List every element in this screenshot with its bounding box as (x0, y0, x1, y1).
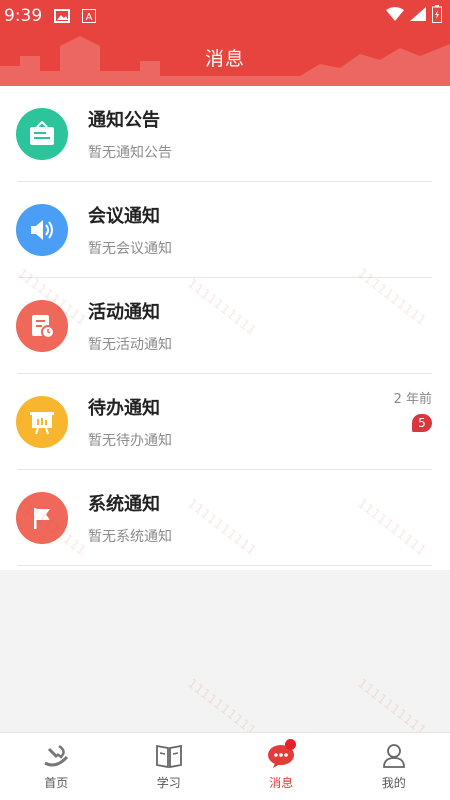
tab-label: 我的 (381, 776, 406, 790)
page-title: 消息 (204, 48, 245, 70)
message-time: 2 年前 (393, 392, 432, 407)
message-subtitle: 暂无通知公告 (88, 145, 172, 161)
message-title: 待办通知 (88, 398, 160, 419)
message-title: 通知公告 (88, 110, 160, 131)
signal-icon (410, 6, 426, 26)
tab-label: 消息 (269, 776, 294, 790)
tab-label: 学习 (156, 776, 181, 790)
message-subtitle: 暂无会议通知 (88, 241, 172, 257)
image-icon (54, 9, 71, 23)
status-bar: 9:39 A (0, 0, 450, 32)
message-item-todo[interactable]: 待办通知 暂无待办通知 2 年前 5 (0, 374, 450, 470)
message-item-meeting[interactable]: 会议通知 暂无会议通知 (0, 182, 450, 278)
message-title: 系统通知 (88, 494, 160, 515)
svg-text:A: A (86, 12, 93, 23)
unread-badge: 5 (412, 414, 432, 432)
message-subtitle: 暂无活动通知 (88, 337, 172, 353)
message-list: 通知公告 暂无通知公告 会议通知 暂无会议通知 活动通知 暂无活动通知 待办通知 (0, 86, 450, 570)
speaker-icon (16, 204, 68, 256)
tab-profile[interactable]: 我的 (338, 733, 450, 800)
watermark: 1111111111 (354, 676, 429, 739)
flag-icon (16, 492, 68, 544)
notice-board-icon (16, 108, 68, 160)
book-icon (155, 742, 183, 770)
person-icon (381, 742, 407, 770)
tab-messages[interactable]: 消息 (225, 733, 338, 800)
message-item-system[interactable]: 系统通知 暂无系统通知 (0, 470, 450, 566)
header: 9:39 A 消息 (0, 0, 450, 86)
message-item-notice[interactable]: 通知公告 暂无通知公告 (0, 86, 450, 182)
watermark: 1111111111 (184, 676, 259, 739)
status-time: 9:39 (4, 6, 43, 26)
tab-study[interactable]: 学习 (113, 733, 226, 800)
presentation-board-icon (16, 396, 68, 448)
wifi-icon (386, 6, 404, 26)
message-item-activity[interactable]: 活动通知 暂无活动通知 (0, 278, 450, 374)
message-title: 会议通知 (88, 206, 160, 227)
document-clock-icon (16, 300, 68, 352)
message-title: 活动通知 (88, 302, 160, 323)
tab-label: 首页 (44, 776, 69, 790)
message-subtitle: 暂无待办通知 (88, 433, 172, 449)
divider (18, 565, 432, 566)
party-emblem-icon (41, 742, 71, 770)
tab-home[interactable]: 首页 (0, 733, 113, 800)
tab-bar: 首页 学习 消息 我的 (0, 732, 450, 800)
unread-dot (285, 739, 296, 750)
text-a-icon: A (82, 9, 97, 23)
battery-icon (432, 4, 442, 28)
message-subtitle: 暂无系统通知 (88, 529, 172, 545)
